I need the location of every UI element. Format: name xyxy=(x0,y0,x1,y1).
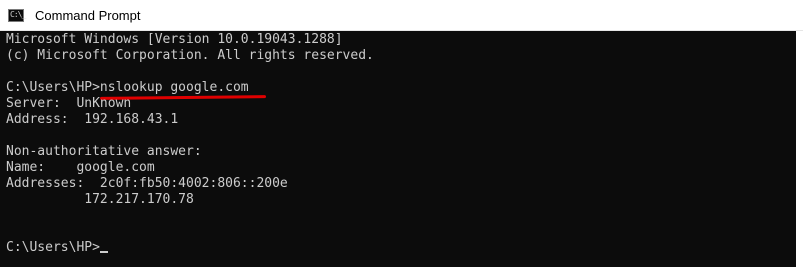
addresses-line-ipv4: 172.217.170.78 xyxy=(6,192,194,207)
prompt-line[interactable]: C:\Users\HP> xyxy=(6,240,108,256)
text-cursor xyxy=(99,251,108,253)
version-line: Microsoft Windows [Version 10.0.19043.12… xyxy=(6,32,343,47)
copyright-line: (c) Microsoft Corporation. All rights re… xyxy=(6,48,374,63)
cmd-app-icon[interactable]: C:\_ xyxy=(8,9,26,22)
command-line: C:\Users\HP>nslookup google.com xyxy=(6,80,249,95)
window-title: Command Prompt xyxy=(35,8,141,23)
name-line: Name: google.com xyxy=(6,160,155,175)
console-scrollbar[interactable] xyxy=(796,31,803,267)
cmd-icon-glyph: C:\_ xyxy=(10,10,26,19)
command-prompt-window: C:\_ Command Prompt Microsoft Windows [V… xyxy=(0,0,803,267)
address-line: Address: 192.168.43.1 xyxy=(6,112,179,127)
prompt-text: C:\Users\HP> xyxy=(6,240,100,255)
answer-header-line: Non-authoritative answer: xyxy=(6,144,202,159)
addresses-line: Addresses: 2c0f:fb50:4002:806::200e xyxy=(6,176,288,191)
title-bar[interactable]: C:\_ Command Prompt xyxy=(0,0,803,31)
server-line: Server: UnKnown xyxy=(6,96,132,111)
